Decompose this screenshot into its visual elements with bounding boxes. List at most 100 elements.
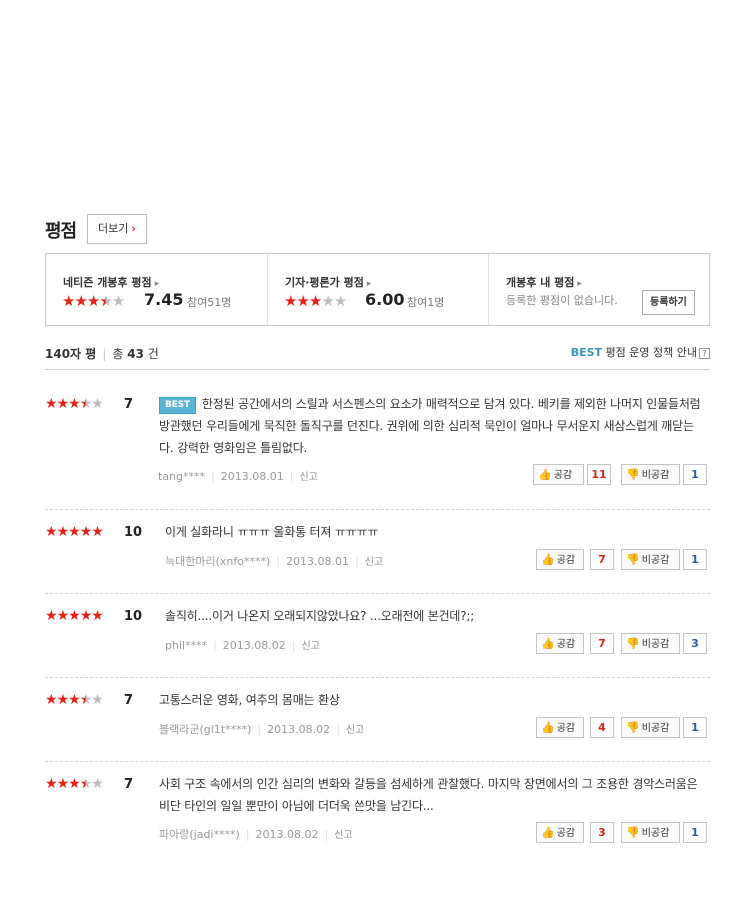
review-meta: 파아랑(jadi****) | 2013.08.02 | 신고 — [159, 828, 353, 841]
review-score: 7 — [124, 397, 134, 412]
total-count: 43 — [127, 347, 144, 361]
critic-stars: ★★★★★ — [284, 292, 347, 310]
like-count: 11 — [587, 464, 611, 485]
like-label: 공감 — [553, 470, 573, 481]
review-author[interactable]: 파아랑(jadi****) — [159, 828, 240, 841]
my-score-empty-note: 등록한 평점이 없습니다. — [506, 294, 618, 307]
like-button[interactable]: 👍 공감 — [533, 464, 584, 485]
star-filled-icon: ★ — [56, 608, 70, 624]
star-filled-icon: ★ — [68, 776, 81, 792]
star-half-icon: ★ — [99, 292, 112, 310]
star-filled-icon: ★ — [62, 292, 75, 310]
star-filled-icon: ★ — [45, 776, 58, 792]
star-filled-icon: ★ — [79, 608, 93, 624]
dislike-button[interactable]: 👎 비공감 — [621, 717, 680, 738]
thumbs-up-icon: 👍 — [541, 553, 555, 566]
star-filled-icon: ★ — [74, 292, 87, 310]
star-empty-icon: ★ — [91, 396, 104, 412]
star-filled-icon: ★ — [56, 396, 70, 412]
review-text: 솔직히....이거 나온지 오래되지않았나요? ...오래전에 본건데?;; — [165, 609, 475, 623]
star-filled-icon: ★ — [308, 292, 322, 310]
more-button[interactable]: 더보기 › — [87, 214, 147, 244]
review-meta: phil**** | 2013.08.02 | 신고 — [165, 639, 320, 652]
star-filled-icon: ★ — [56, 524, 70, 540]
star-filled-icon: ★ — [296, 292, 309, 310]
rating-section-header: 평점 더보기 › — [45, 214, 710, 244]
dislike-button[interactable]: 👎 비공감 — [621, 822, 680, 843]
my-score-link[interactable]: 개봉후 내 평점 ▸ — [506, 274, 582, 290]
like-button[interactable]: 👍 공감 — [536, 549, 584, 570]
like-label: 공감 — [556, 639, 576, 650]
dislike-label: 비공감 — [641, 723, 670, 734]
review-item: ★★★★★ 7 고통스러운 영화, 여주의 몸매는 환상 블랙라군(gl1t**… — [45, 678, 710, 762]
like-count: 4 — [590, 717, 614, 738]
report-link[interactable]: 신고 — [334, 830, 352, 841]
star-filled-icon: ★ — [86, 292, 100, 310]
review-author[interactable]: phil**** — [165, 639, 207, 652]
review-score: 10 — [124, 609, 143, 624]
vote-controls: 👍 공감 11 👎 비공감 1 — [533, 464, 707, 485]
review-date: 2013.08.01 — [286, 555, 349, 568]
policy-label: 평점 운영 정책 안내 — [605, 346, 697, 359]
review-limit-label: 140자 평 — [45, 347, 97, 361]
like-button[interactable]: 👍 공감 — [536, 633, 584, 654]
dislike-label: 비공감 — [641, 470, 670, 481]
chevron-right-icon: ▸ — [577, 279, 582, 289]
help-icon[interactable]: ? — [699, 348, 710, 359]
critic-score-link[interactable]: 기자·평론가 평점 ▸ — [285, 274, 371, 290]
review-meta: 블랙라군(gl1t****) | 2013.08.02 | 신고 — [159, 723, 365, 736]
dislike-label: 비공감 — [641, 555, 670, 566]
dislike-button[interactable]: 👎 비공감 — [621, 464, 680, 485]
critic-participants: 참여1명 — [407, 296, 445, 309]
section-title: 평점 — [45, 221, 77, 242]
chevron-right-icon: ▸ — [154, 279, 160, 289]
star-empty-icon: ★ — [333, 292, 347, 310]
star-filled-icon: ★ — [56, 776, 70, 792]
review-date: 2013.08.01 — [220, 470, 284, 483]
star-half-icon: ★ — [79, 776, 93, 792]
netizen-score-value: 7.45 — [144, 290, 184, 309]
review-author[interactable]: 늑대한마리(xnfo****) — [165, 555, 270, 568]
like-count: 7 — [590, 549, 614, 570]
star-filled-icon: ★ — [68, 524, 81, 540]
review-item: ★★★★★ 10 솔직히....이거 나온지 오래되지않았나요? ...오래전에… — [45, 594, 710, 678]
like-button[interactable]: 👍 공감 — [536, 717, 584, 738]
critic-score-title: 기자·평론가 평점 — [285, 276, 364, 289]
like-count: 7 — [590, 633, 614, 654]
review-text-block: BEST 한정된 공간에서의 스릴과 서스펜스의 요소가 매력적으로 담겨 있다.… — [159, 393, 705, 459]
thumbs-down-icon: 👎 — [626, 553, 640, 566]
review-meta: tang**** | 2013.08.01 | 신고 — [158, 470, 318, 483]
netizen-score-link[interactable]: 네티즌 개봉후 평점 ▸ — [63, 274, 159, 290]
review-date: 2013.08.02 — [222, 639, 286, 652]
report-link[interactable]: 신고 — [299, 472, 317, 483]
like-count: 3 — [590, 822, 614, 843]
star-empty-icon: ★ — [91, 776, 104, 792]
like-label: 공감 — [556, 723, 576, 734]
star-filled-icon: ★ — [91, 608, 104, 624]
review-text: 고통스러운 영화, 여주의 몸매는 환상 — [159, 693, 340, 707]
vote-controls: 👍 공감 7 👎 비공감 1 — [536, 549, 707, 570]
score-summary-box: 네티즌 개봉후 평점 ▸ ★★★★★ 7.45 참여51명 기자·평론가 평점 ▸ … — [45, 253, 710, 326]
report-link[interactable]: 신고 — [346, 725, 364, 736]
review-text: 한정된 공간에서의 스릴과 서스펜스의 요소가 매력적으로 담겨 있다. 베키를… — [159, 397, 701, 455]
like-button[interactable]: 👍 공감 — [536, 822, 584, 843]
star-empty-icon: ★ — [321, 292, 334, 310]
register-score-button[interactable]: 등록하기 — [642, 290, 695, 315]
dislike-button[interactable]: 👎 비공감 — [621, 633, 680, 654]
review-stars: ★★★★★ — [45, 692, 104, 708]
critic-score-panel: 기자·평론가 평점 ▸ ★★★★★ 6.00 참여1명 — [267, 254, 488, 325]
report-link[interactable]: 신고 — [365, 557, 383, 568]
vote-controls: 👍 공감 7 👎 비공감 3 — [536, 633, 707, 654]
thumbs-down-icon: 👎 — [626, 721, 640, 734]
review-stars: ★★★★★ — [45, 524, 104, 540]
review-author[interactable]: 블랙라군(gl1t****) — [159, 723, 251, 736]
star-half-icon: ★ — [79, 396, 93, 412]
best-policy-link[interactable]: BEST 평점 운영 정책 안내? — [571, 344, 710, 360]
report-link[interactable]: 신고 — [302, 641, 320, 652]
review-author[interactable]: tang**** — [158, 470, 205, 483]
dislike-button[interactable]: 👎 비공감 — [621, 549, 680, 570]
review-text: 이게 실화라니 ㅠㅠㅠ 울화통 터져 ㅠㅠㅠㅠ — [165, 525, 379, 539]
chevron-right-icon: ▸ — [366, 279, 372, 289]
total-suffix: 건 — [147, 347, 159, 361]
like-label: 공감 — [556, 555, 576, 566]
